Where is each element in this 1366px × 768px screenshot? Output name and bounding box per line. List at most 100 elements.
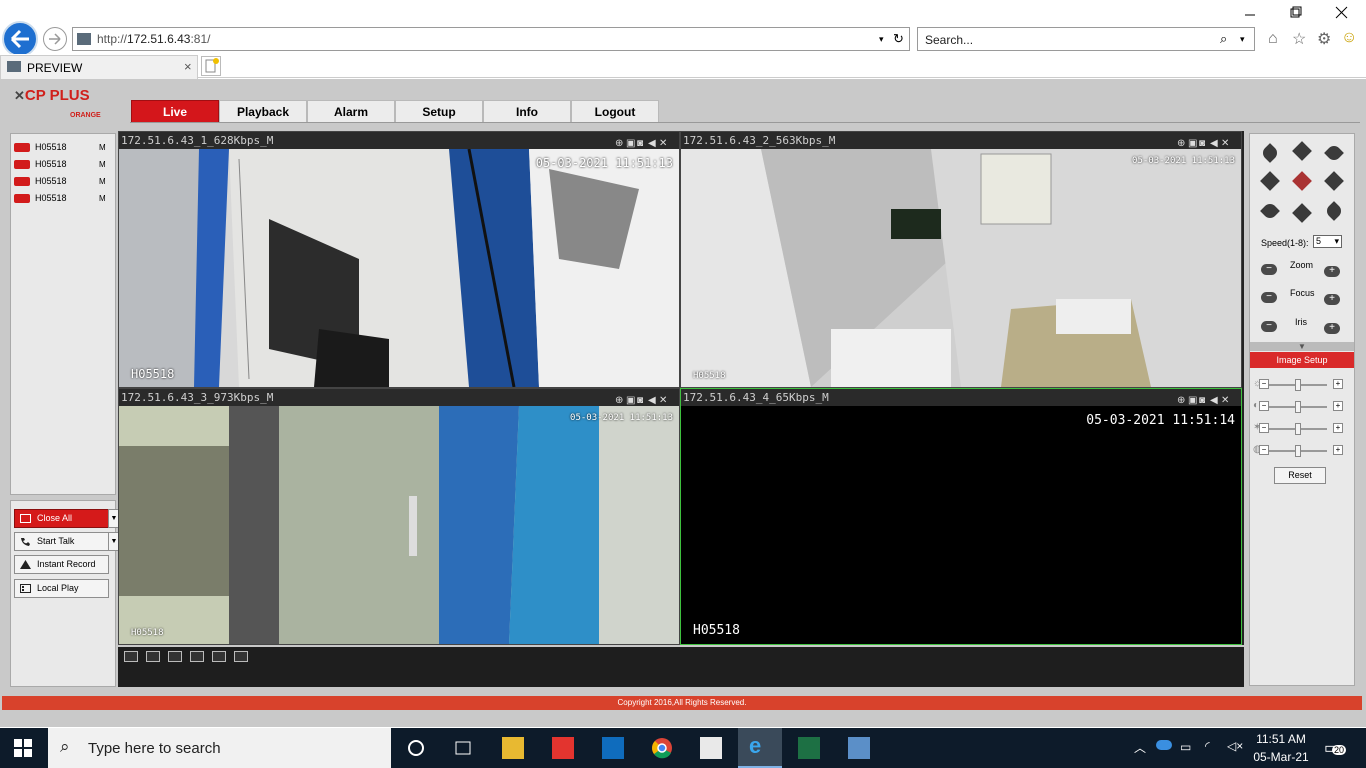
outlook-icon[interactable]	[602, 737, 624, 759]
notification-center-button[interactable]: ▭ 20	[1324, 738, 1347, 758]
smiley-feedback-icon[interactable]: ☺	[1341, 29, 1357, 47]
back-button[interactable]	[2, 21, 38, 57]
battery-icon[interactable]: ▭	[1180, 740, 1191, 754]
zoom-icon[interactable]: ⊕	[615, 139, 625, 149]
zoom-in-button[interactable]: +	[1324, 266, 1340, 277]
snapshot-icon[interactable]: ◙	[1199, 396, 1209, 406]
image-setup-header[interactable]: Image Setup	[1250, 352, 1354, 368]
new-tab-button[interactable]	[201, 56, 221, 76]
wifi-icon[interactable]: ◜	[1205, 739, 1210, 753]
brightness-plus[interactable]: +	[1333, 379, 1343, 389]
cortana-icon[interactable]	[405, 737, 427, 759]
nav-logout[interactable]: Logout	[571, 100, 659, 123]
layout-quad-icon[interactable]	[234, 651, 248, 662]
close-cell-icon[interactable]: ✕	[1221, 139, 1231, 149]
saturation-knob[interactable]	[1295, 423, 1301, 435]
home-icon[interactable]: ⌂	[1268, 30, 1278, 48]
contrast-plus[interactable]: +	[1333, 401, 1343, 411]
snapshot-icon[interactable]: ◙	[1199, 139, 1209, 149]
settings-gear-icon[interactable]: ⚙	[1317, 29, 1331, 49]
hue-slider[interactable]	[1269, 445, 1327, 457]
saturation-minus[interactable]: −	[1259, 423, 1269, 433]
close-cell-icon[interactable]: ✕	[1221, 396, 1231, 406]
task-view-icon[interactable]	[452, 737, 474, 759]
collapse-ptz-icon[interactable]: ▼	[1250, 342, 1354, 351]
ptz-down-left-icon[interactable]	[1260, 201, 1280, 221]
nav-info[interactable]: Info	[483, 100, 571, 123]
nav-live[interactable]: Live	[131, 100, 219, 123]
camera-list-item[interactable]: H05518 M	[14, 192, 114, 206]
video-cell-1[interactable]: 172.51.6.43_1_628Kbps_M ⊕ ▣ ◙ ◀ ✕ 05-03-2021…	[118, 131, 680, 388]
restore-button[interactable]	[1285, 6, 1305, 20]
lock-icon[interactable]: ▣	[1188, 396, 1198, 406]
nav-playback[interactable]: Playback	[219, 100, 307, 123]
reset-button[interactable]: Reset	[1274, 467, 1326, 484]
camera-list-item[interactable]: H05518 M	[14, 175, 114, 189]
search-icon[interactable]: ⌕	[1220, 31, 1227, 47]
lock-icon[interactable]: ▣	[626, 139, 636, 149]
ptz-up-right-icon[interactable]	[1324, 143, 1344, 163]
video-cell-2[interactable]: 172.51.6.43_2_563Kbps_M ⊕ ▣ ◙ ◀ ✕ 05-03-2021…	[680, 131, 1242, 388]
contrast-minus[interactable]: −	[1259, 401, 1269, 411]
layout-3-icon[interactable]	[190, 651, 204, 662]
refresh-icon[interactable]: ↻	[893, 31, 904, 47]
brightness-slider[interactable]	[1269, 379, 1327, 391]
remote-desktop-icon[interactable]	[848, 737, 870, 759]
favorites-star-icon[interactable]: ☆	[1292, 29, 1306, 49]
fullscreen-icon[interactable]	[168, 651, 182, 662]
layout-2-icon[interactable]	[146, 651, 160, 662]
ptz-right-icon[interactable]	[1324, 171, 1344, 191]
ptz-center-icon[interactable]	[1292, 171, 1312, 191]
lock-icon[interactable]: ▣	[1188, 139, 1198, 149]
minimize-button[interactable]	[1240, 6, 1260, 20]
browser-search-box[interactable]: Search... ⌕ ▾	[917, 27, 1255, 51]
onedrive-icon[interactable]	[1156, 740, 1172, 750]
audio-icon[interactable]: ◀	[1210, 396, 1220, 406]
hue-plus[interactable]: +	[1333, 445, 1343, 455]
chrome-icon[interactable]	[651, 737, 673, 759]
brightness-knob[interactable]	[1295, 379, 1301, 391]
focus-in-button[interactable]: +	[1324, 294, 1340, 305]
zoom-out-button[interactable]: −	[1261, 264, 1277, 275]
ptz-left-icon[interactable]	[1260, 171, 1280, 191]
snapshot-icon[interactable]: ◙	[637, 139, 647, 149]
show-hidden-icons[interactable]: ︿	[1134, 739, 1146, 756]
camera-list-item[interactable]: H05518 M	[14, 141, 114, 155]
anydesk-icon[interactable]	[552, 737, 574, 759]
volume-muted-icon[interactable]: ◁×	[1227, 739, 1243, 753]
video-cell-4[interactable]: 172.51.6.43_4_65Kbps_M ⊕ ▣ ◙ ◀ ✕ 05-03-2021 …	[680, 388, 1242, 645]
document-viewer-icon[interactable]	[700, 737, 722, 759]
lock-icon[interactable]: ▣	[626, 396, 636, 406]
clock-date[interactable]: 05-Mar-21	[1252, 750, 1310, 764]
video-cell-3[interactable]: 172.51.6.43_3_973Kbps_M ⊕ ▣ ◙ ◀ ✕ 05-03-2021…	[118, 388, 680, 645]
ptz-down-right-icon[interactable]	[1324, 201, 1344, 221]
search-dropdown-icon[interactable]: ▾	[1240, 34, 1245, 45]
layout-single-icon[interactable]	[212, 651, 226, 662]
clock-time[interactable]: 11:51 AM	[1254, 732, 1308, 746]
iris-open-button[interactable]: +	[1324, 323, 1340, 334]
focus-out-button[interactable]: −	[1261, 292, 1277, 303]
address-bar[interactable]: http://172.51.6.43:81/ ▾ ↻	[72, 27, 910, 51]
close-window-button[interactable]	[1332, 6, 1352, 20]
internet-explorer-taskbar-button[interactable]: e	[738, 728, 782, 768]
ptz-down-icon[interactable]	[1292, 203, 1312, 223]
hue-minus[interactable]: −	[1259, 445, 1269, 455]
tab-close-icon[interactable]: ×	[184, 59, 192, 74]
contrast-slider[interactable]	[1269, 401, 1327, 413]
address-dropdown-icon[interactable]: ▾	[879, 34, 884, 45]
start-talk-button[interactable]: Start Talk ▼	[14, 532, 120, 551]
audio-icon[interactable]: ◀	[648, 139, 658, 149]
ptz-up-icon[interactable]	[1292, 141, 1312, 161]
local-play-button[interactable]: Local Play	[14, 579, 109, 598]
nav-alarm[interactable]: Alarm	[307, 100, 395, 123]
hue-knob[interactable]	[1295, 445, 1301, 457]
zoom-icon[interactable]: ⊕	[1177, 396, 1187, 406]
close-cell-icon[interactable]: ✕	[659, 139, 669, 149]
contrast-knob[interactable]	[1295, 401, 1301, 413]
close-all-button[interactable]: Close All ▼	[14, 509, 120, 528]
camera-list-item[interactable]: H05518 M	[14, 158, 114, 172]
layout-1-icon[interactable]	[124, 651, 138, 662]
audio-icon[interactable]: ◀	[1210, 139, 1220, 149]
saturation-slider[interactable]	[1269, 423, 1327, 435]
forward-button[interactable]	[43, 27, 67, 51]
